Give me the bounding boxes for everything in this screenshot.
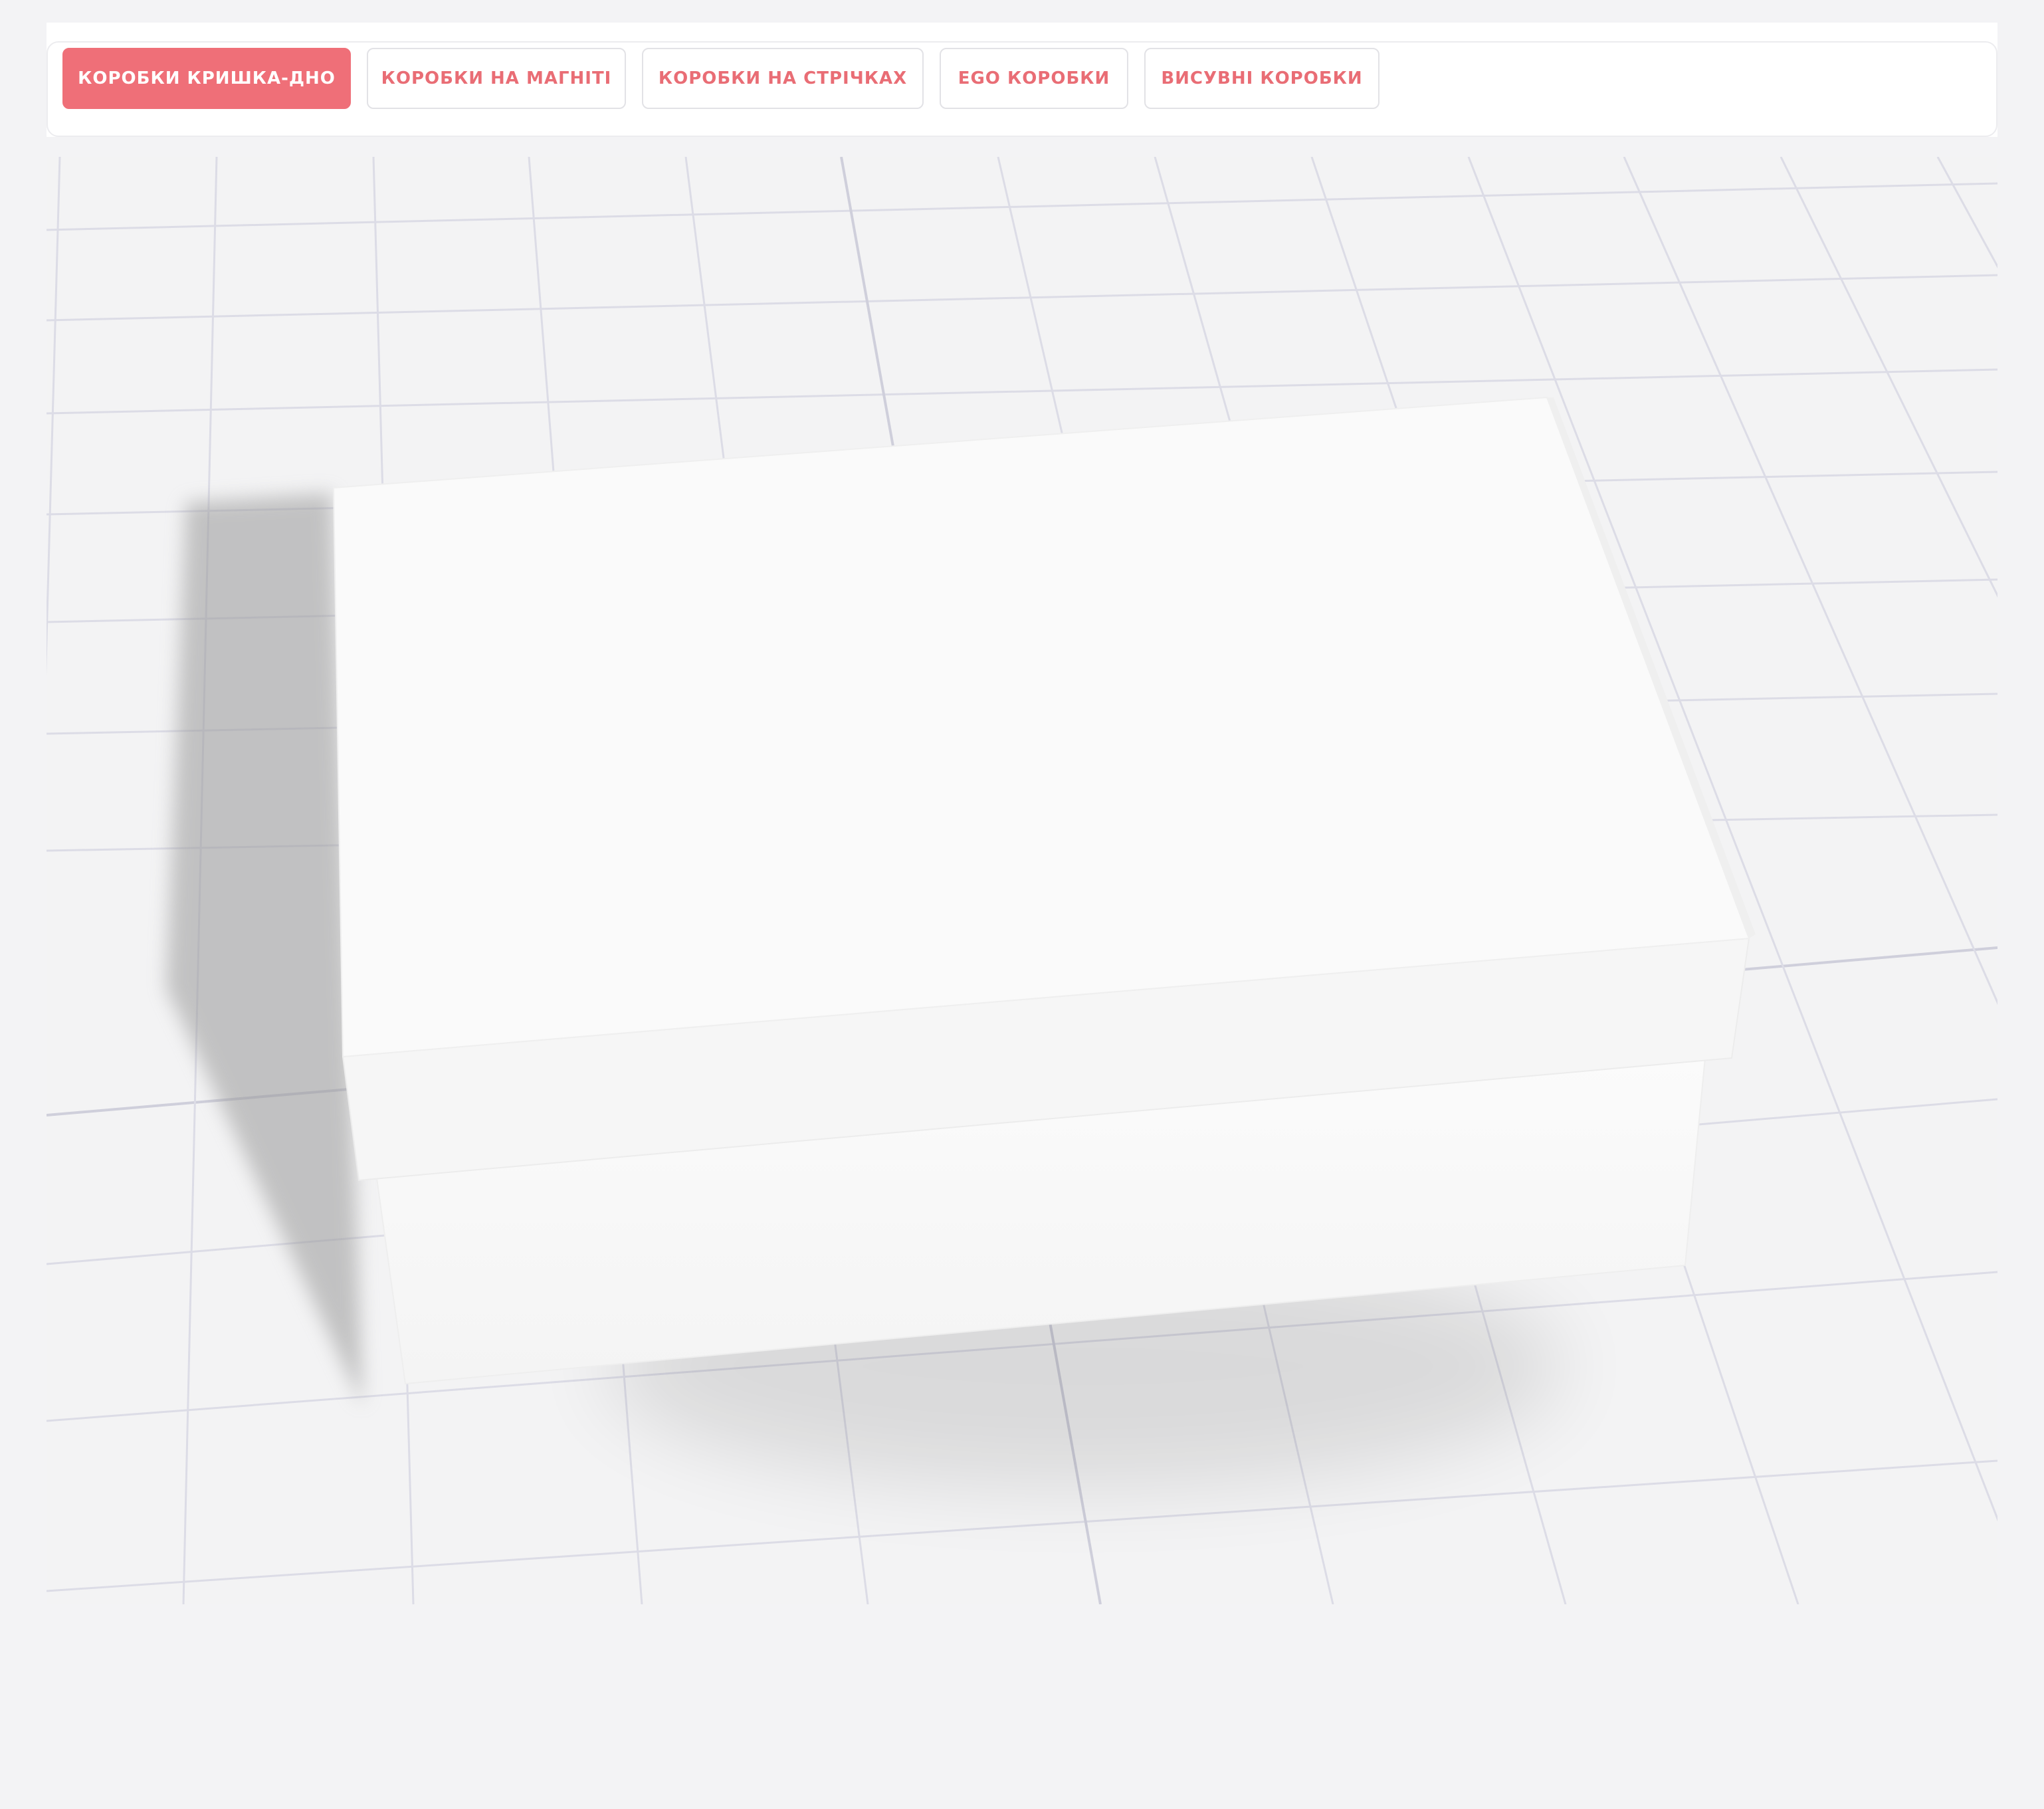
3d-box-viewer[interactable]: [47, 157, 1997, 1604]
tab-ego-boxes[interactable]: EGO КОРОБКИ: [940, 48, 1128, 109]
tab-ribbon-boxes[interactable]: КОРОБКИ НА СТРІЧКАХ: [642, 48, 924, 109]
tab-magnetic-boxes[interactable]: КОРОБКИ НА МАГНІТІ: [367, 48, 626, 109]
tab-lid-bottom-boxes[interactable]: КОРОБКИ КРИШКА-ДНО: [62, 48, 351, 109]
tab-sliding-boxes[interactable]: ВИСУВНІ КОРОБКИ: [1144, 48, 1380, 109]
page: КОРОБКИ КРИШКА-ДНО КОРОБКИ НА МАГНІТІ КО…: [0, 0, 2044, 1809]
